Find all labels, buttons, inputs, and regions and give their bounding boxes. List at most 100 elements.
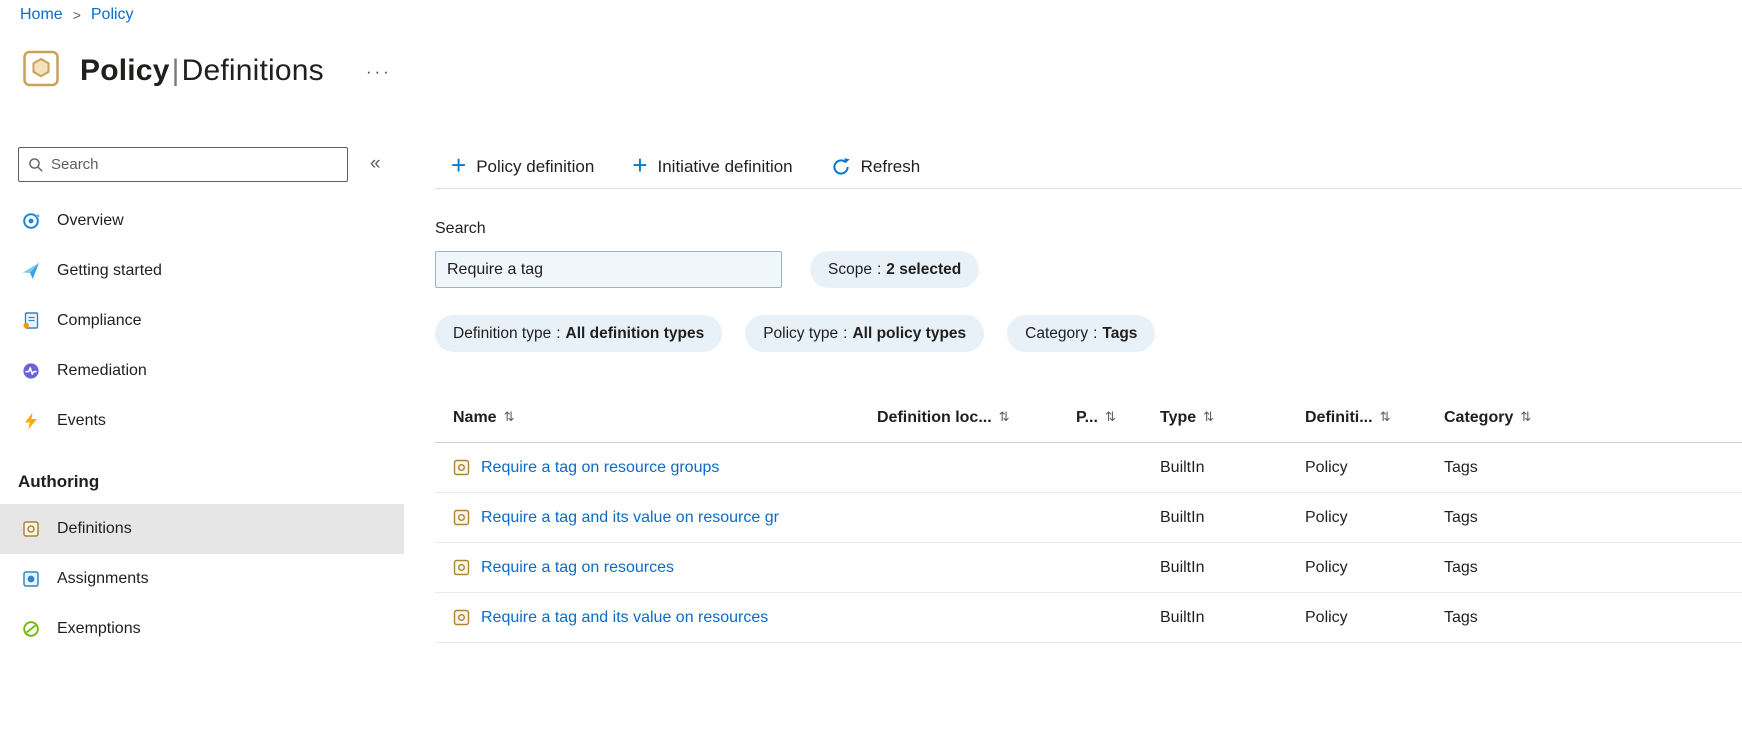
overview-icon — [22, 212, 40, 230]
definitions-icon — [22, 520, 40, 538]
table-row: Require a tag on resources BuiltIn Polic… — [435, 543, 1742, 593]
sort-icon: ⇅ — [998, 410, 1010, 425]
toolbar-button-label: Initiative definition — [657, 156, 793, 176]
definition-type-filter-pill[interactable]: Definition type : All definition types — [435, 315, 723, 352]
definitions-table: Name ⇅ Definition loc... ⇅ P... ⇅ Type ⇅… — [435, 393, 1742, 643]
policy-definition-icon — [453, 559, 470, 576]
page-subtitle: Definitions — [181, 53, 324, 87]
column-header-type[interactable]: Type ⇅ — [1160, 409, 1305, 427]
column-label: Definition loc... — [877, 408, 992, 426]
exemptions-icon — [22, 620, 40, 638]
sidebar-item-assignments[interactable]: Assignments — [0, 554, 404, 604]
table-header-row: Name ⇅ Definition loc... ⇅ P... ⇅ Type ⇅… — [435, 393, 1742, 443]
filter-search-input[interactable] — [435, 251, 782, 288]
sidebar-item-label: Exemptions — [57, 620, 141, 637]
pill-name: Definition type — [453, 324, 552, 342]
toolbar-button-label: Refresh — [860, 156, 921, 176]
definition-name-cell: Require a tag on resources — [453, 559, 877, 577]
collapse-sidebar-icon[interactable]: « — [370, 153, 381, 175]
sidebar-item-label: Remediation — [57, 362, 147, 379]
category-cell: Tags — [1444, 608, 1478, 626]
pill-name: Category — [1025, 324, 1089, 342]
command-bar: + Policy definition + Initiative definit… — [435, 145, 1742, 189]
definition-name-cell: Require a tag and its value on resources — [453, 609, 877, 627]
sidebar-item-getting-started[interactable]: Getting started — [0, 246, 404, 296]
pill-value: All definition types — [565, 324, 705, 342]
sidebar-item-events[interactable]: Events — [0, 396, 404, 446]
definition-link[interactable]: Require a tag and its value on resource … — [481, 509, 779, 527]
breadcrumb: Home > Policy — [20, 6, 134, 24]
sidebar-item-label: Overview — [57, 212, 124, 229]
column-label: Type — [1160, 408, 1197, 426]
category-cell: Tags — [1444, 458, 1478, 476]
page-title: Policy|Definitions — [80, 54, 324, 88]
policy-definition-button[interactable]: + Policy definition — [451, 152, 595, 178]
refresh-button[interactable]: Refresh — [831, 156, 921, 177]
scope-filter-pill[interactable]: Scope : 2 selected — [810, 251, 980, 288]
remediation-icon — [22, 362, 40, 380]
table-row: Require a tag and its value on resource … — [435, 493, 1742, 543]
sidebar-item-exemptions[interactable]: Exemptions — [0, 604, 404, 654]
sort-icon: ⇅ — [1104, 410, 1116, 425]
sidebar-item-label: Assignments — [57, 570, 149, 587]
pill-separator: : — [876, 260, 882, 278]
pill-name: Scope — [828, 260, 872, 278]
pill-separator: : — [556, 324, 561, 342]
column-label: Name — [453, 408, 497, 426]
toolbar-button-label: Policy definition — [476, 156, 595, 176]
getting-started-icon — [22, 262, 40, 280]
definition-link[interactable]: Require a tag on resource groups — [481, 459, 719, 477]
column-header-category[interactable]: Category ⇅ — [1444, 409, 1742, 427]
definition-link[interactable]: Require a tag on resources — [481, 559, 674, 577]
sidebar-item-label: Compliance — [57, 312, 142, 329]
type-cell: BuiltIn — [1160, 558, 1205, 576]
column-header-policies[interactable]: P... ⇅ — [1076, 409, 1160, 427]
title-row: Policy|Definitions ··· — [22, 48, 392, 93]
filter-pill-row: Definition type : All definition types P… — [435, 315, 1156, 352]
sort-icon: ⇅ — [503, 410, 515, 425]
sidebar-item-overview[interactable]: Overview — [0, 196, 404, 246]
sidebar-item-label: Events — [57, 412, 106, 429]
category-cell: Tags — [1444, 508, 1478, 526]
policy-definitions-page: Home > Policy Policy|Definitions ··· « O… — [0, 0, 1742, 743]
sidebar-search-box — [18, 147, 348, 182]
pill-name: Policy type — [763, 324, 839, 342]
definition-type-cell: Policy — [1305, 558, 1348, 576]
sidebar-search-input[interactable] — [51, 156, 338, 173]
breadcrumb-home-link[interactable]: Home — [20, 6, 63, 24]
column-header-definition-type[interactable]: Definiti... ⇅ — [1305, 409, 1444, 427]
policy-definition-icon — [453, 459, 470, 476]
events-icon — [22, 412, 40, 430]
pill-value: Tags — [1102, 324, 1138, 342]
category-cell: Tags — [1444, 558, 1478, 576]
column-header-definition-location[interactable]: Definition loc... ⇅ — [877, 409, 1076, 427]
title-pipe: | — [171, 53, 180, 87]
definition-type-cell: Policy — [1305, 608, 1348, 626]
type-cell: BuiltIn — [1160, 608, 1205, 626]
type-cell: BuiltIn — [1160, 508, 1205, 526]
sidebar-item-remediation[interactable]: Remediation — [0, 346, 404, 396]
type-cell: BuiltIn — [1160, 458, 1205, 476]
definition-type-cell: Policy — [1305, 508, 1348, 526]
page-title-bold: Policy — [80, 53, 170, 87]
definition-name-cell: Require a tag and its value on resource … — [453, 509, 877, 527]
column-header-name[interactable]: Name ⇅ — [453, 409, 877, 427]
definition-name-cell: Require a tag on resource groups — [453, 459, 877, 477]
pill-value: 2 selected — [886, 260, 962, 278]
category-filter-pill[interactable]: Category : Tags — [1007, 315, 1156, 352]
definition-type-cell: Policy — [1305, 458, 1348, 476]
sidebar-item-compliance[interactable]: Compliance — [0, 296, 404, 346]
initiative-definition-button[interactable]: + Initiative definition — [632, 152, 793, 178]
pill-separator: : — [843, 324, 848, 342]
table-row: Require a tag on resource groups BuiltIn… — [435, 443, 1742, 493]
sidebar-nav: Overview Getting started Compliance Reme… — [0, 196, 404, 654]
sidebar-item-label: Definitions — [57, 520, 132, 537]
sidebar-item-definitions[interactable]: Definitions — [0, 504, 404, 554]
policy-type-filter-pill[interactable]: Policy type : All policy types — [745, 315, 985, 352]
breadcrumb-policy-link[interactable]: Policy — [91, 6, 134, 24]
more-options-icon[interactable]: ··· — [366, 62, 392, 82]
definition-link[interactable]: Require a tag and its value on resources — [481, 609, 768, 627]
sidebar-item-label: Getting started — [57, 262, 162, 279]
column-label: Category — [1444, 408, 1514, 426]
sort-icon: ⇅ — [1520, 410, 1532, 425]
